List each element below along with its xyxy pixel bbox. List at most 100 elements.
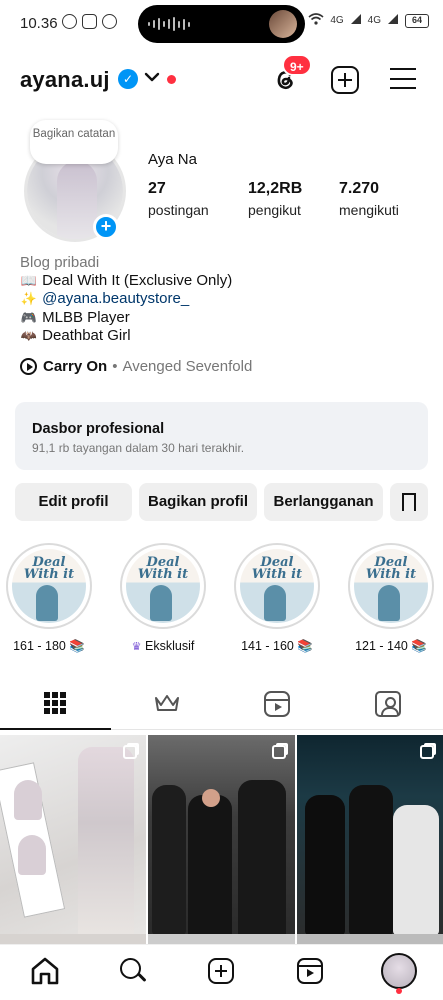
highlight-cover-title: Deal With it [23,555,75,582]
bio-mention-link[interactable]: @ayana.beautystore_ [42,290,189,307]
highlight-ring: Deal With it [234,543,320,629]
posts-grid [0,735,443,940]
song-title: Carry On [43,358,108,375]
highlight-label: 121 - 140 📚 [355,639,427,653]
post-thumbnail[interactable] [0,735,146,940]
tab-reels[interactable] [221,680,332,730]
highlight-cover: Deal With it [12,549,86,623]
photo-figure [393,805,439,935]
bookmark-icon [402,493,416,513]
crown-icon [154,693,180,713]
profile-activity-dot [396,988,402,994]
bio-category: Blog pribadi [20,254,100,271]
reels-nav-icon[interactable] [294,955,326,987]
wifi-icon [308,13,324,28]
photo-figure [305,795,345,935]
search-icon[interactable] [117,955,149,987]
bio-line: ✨ @ayana.beautystore_ [20,290,430,309]
book-icon: 📖 [20,273,38,289]
profile-actions: Edit profil Bagikan profil Berlangganan [15,483,428,521]
highlight-label: ♛ Eksklusif [118,639,208,653]
photo-figure [238,780,286,940]
stat-value: 27 [148,180,166,197]
posts-grid-next-row [0,934,443,944]
home-icon[interactable] [29,955,61,987]
avatar-figure [57,161,97,239]
signal-1-label: 4G [330,15,344,26]
tab-tagged[interactable] [332,680,443,730]
hamburger-menu-icon[interactable] [390,68,416,90]
professional-dashboard[interactable]: Dasbor profesional 91,1 rb tayangan dala… [15,402,428,470]
stat-followers[interactable]: 12,2RB pengikut [248,180,302,218]
bio-text: Deathbat Girl [42,327,131,344]
stat-value: 12,2RB [248,180,303,197]
highlight-item[interactable]: Deal With it 121 - 140 📚 [346,543,436,654]
highlight-label: 161 - 180 📚 [13,639,85,653]
highlight-cover: Deal With it [240,549,314,623]
tab-exclusive[interactable] [111,680,222,730]
status-time: 10.36 [20,15,58,32]
photo-figure [14,780,42,820]
profile-bio: Blog pribadi 📖 Deal With It (Exclusive O… [20,254,430,346]
highlight-ring: Deal With it [6,543,92,629]
highlight-cover-title: Deal With it [365,555,417,582]
media-artwork [269,10,297,38]
music-separator: • [112,358,118,375]
multiple-photos-icon [420,745,434,759]
highlight-item[interactable]: Deal With it 161 - 180 📚 [4,543,94,654]
highlight-cover-title: Deal With it [251,555,303,582]
bat-icon: 🦇 [20,329,38,344]
audio-wave-icon [148,17,190,31]
highlight-cover-title: Deal With it [137,555,189,582]
photo-figure [349,785,393,935]
whatsapp-icon [62,14,77,29]
username[interactable]: ayana.uj [20,67,110,93]
dashboard-title: Dasbor profesional [32,421,165,437]
chevron-down-icon[interactable] [143,68,161,86]
highlight-ring: Deal With it [348,543,434,629]
photo-figure [78,747,134,937]
edit-profile-button[interactable]: Edit profil [15,483,132,521]
post-thumbnail[interactable] [148,735,295,940]
profile-music[interactable]: Carry On • Avenged Sevenfold [20,358,252,375]
highlight-item[interactable]: Deal With it ♛ Eksklusif [118,543,208,653]
signal-2-label: 4G [367,15,381,26]
play-icon [20,358,37,375]
multiple-photos-icon [123,745,137,759]
status-right-icons: 4G 4G 64 [308,13,429,28]
photo-figure [202,789,220,807]
dashboard-subtitle: 91,1 rb tayangan dalam 30 hari terakhir. [32,441,245,455]
post-thumbnail[interactable] [297,735,443,940]
create-icon[interactable] [205,955,237,987]
bio-line: 📖 Deal With It (Exclusive Only) [20,272,430,291]
instagram-icon [82,14,97,29]
subscribe-button[interactable]: Berlangganan [264,483,383,521]
add-story-icon[interactable]: + [93,214,119,240]
profile-tabs [0,680,443,730]
create-post-button[interactable] [331,66,359,94]
tab-grid[interactable] [0,680,111,730]
crown-icon: ♛ [131,640,142,653]
photo-figure [188,795,232,940]
highlight-figure [264,585,286,621]
stat-posts[interactable]: 27 postingan [148,180,209,218]
status-bar: 10.36 4G 4G 64 [0,0,443,46]
saved-button[interactable] [390,483,428,521]
sparkles-icon: ✨ [20,292,38,307]
photo-figure [152,785,186,935]
stat-following[interactable]: 7.270 mengikuti [339,180,399,218]
bio-text: Deal With It (Exclusive Only) [42,271,233,289]
highlight-item[interactable]: Deal With it 141 - 160 📚 [232,543,322,654]
tagged-person-icon [375,691,401,717]
share-profile-button[interactable]: Bagikan profil [139,483,257,521]
dynamic-island[interactable] [138,5,305,43]
highlight-figure [36,585,58,621]
status-notification-icons [62,14,117,29]
verified-badge-icon: ✓ [118,69,138,89]
account-alert-dot [167,75,176,84]
battery-icon: 64 [405,13,429,28]
profile-nav-avatar[interactable] [381,953,417,989]
share-note-bubble[interactable]: Bagikan catatan [30,120,118,164]
bottom-navigation [0,944,443,1000]
grid-icon [44,692,66,714]
